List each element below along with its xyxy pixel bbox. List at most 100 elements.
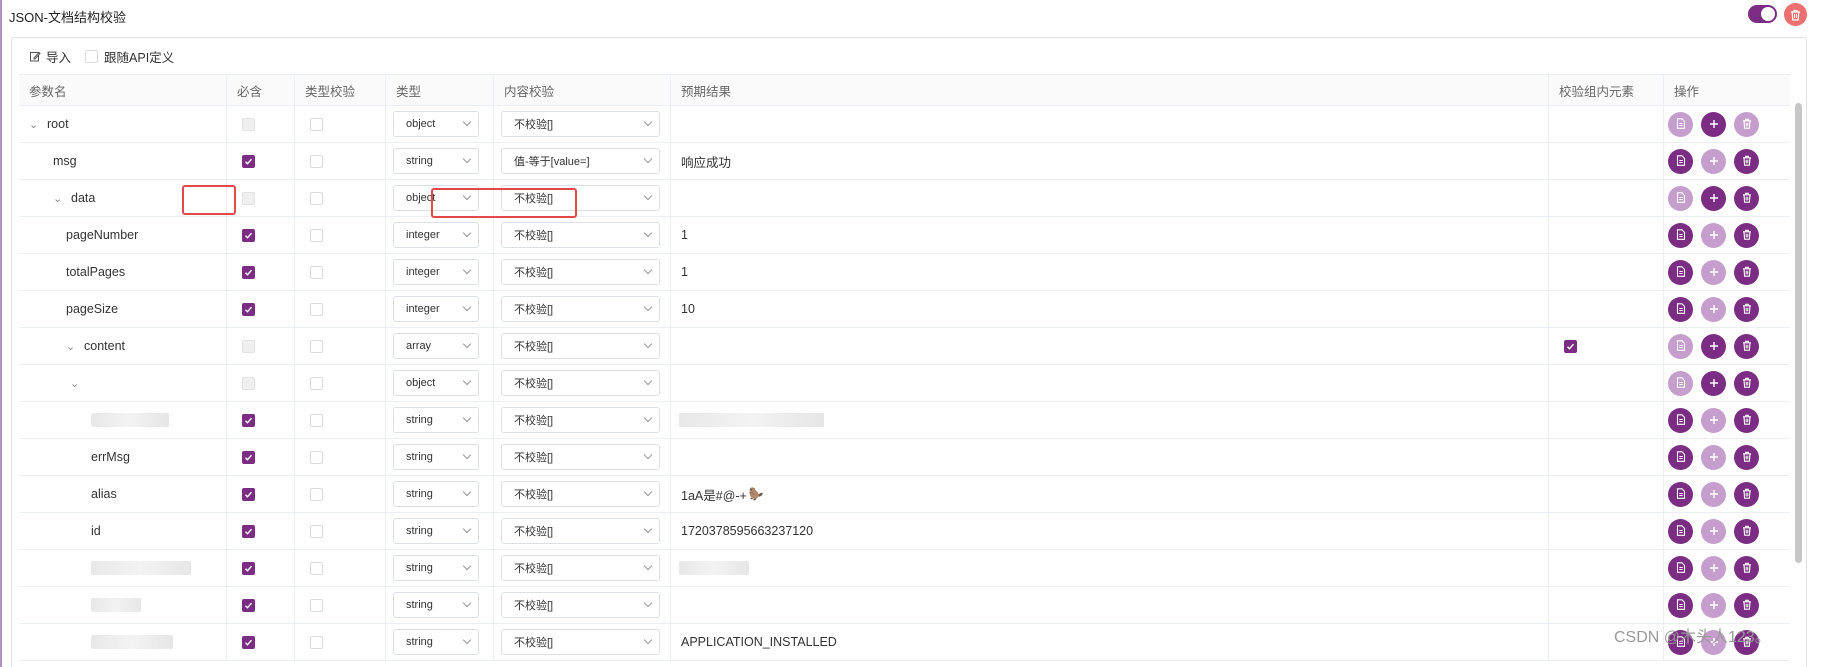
type-check-checkbox[interactable] [310, 524, 323, 538]
doc-row-button[interactable] [1668, 111, 1693, 137]
type-select[interactable]: array [393, 333, 479, 359]
required-checkbox[interactable] [242, 117, 255, 131]
type-select[interactable]: string [393, 481, 479, 507]
required-checkbox[interactable] [242, 302, 255, 316]
required-checkbox[interactable] [242, 339, 255, 353]
type-check-checkbox[interactable] [310, 228, 323, 242]
trash-row-button[interactable] [1734, 296, 1759, 322]
type-select[interactable]: string [393, 555, 479, 581]
delete-panel-button[interactable] [1784, 3, 1807, 26]
trash-row-button[interactable] [1734, 148, 1759, 174]
type-check-checkbox[interactable] [310, 450, 323, 464]
plus-row-button[interactable] [1701, 296, 1726, 322]
doc-row-button[interactable] [1668, 185, 1693, 211]
plus-row-button[interactable] [1701, 555, 1726, 581]
type-select[interactable]: integer [393, 222, 479, 248]
content-check-select[interactable]: 不校验[] [501, 592, 660, 618]
type-select[interactable]: string [393, 592, 479, 618]
plus-row-button[interactable] [1701, 111, 1726, 137]
type-select[interactable]: integer [393, 259, 479, 285]
required-checkbox[interactable] [242, 376, 255, 390]
doc-row-button[interactable] [1668, 555, 1693, 581]
content-check-select[interactable]: 不校验[] [501, 370, 660, 396]
doc-row-button[interactable] [1668, 407, 1693, 433]
doc-row-button[interactable] [1668, 296, 1693, 322]
chevron-down-icon[interactable]: ⌄ [29, 118, 41, 131]
import-button[interactable]: 导入 [30, 47, 71, 66]
enable-toggle[interactable] [1748, 5, 1777, 23]
required-checkbox[interactable] [242, 561, 255, 575]
required-checkbox[interactable] [242, 413, 255, 427]
required-checkbox[interactable] [242, 228, 255, 242]
follow-api-option[interactable]: 跟随API定义 [85, 47, 174, 66]
type-check-checkbox[interactable] [310, 598, 323, 612]
content-check-select[interactable]: 不校验[] [501, 222, 660, 248]
plus-row-button[interactable] [1701, 592, 1726, 618]
trash-row-button[interactable] [1734, 259, 1759, 285]
content-check-select[interactable]: 不校验[] [501, 111, 660, 137]
type-check-checkbox[interactable] [310, 117, 323, 131]
trash-row-button[interactable] [1734, 481, 1759, 507]
trash-row-button[interactable] [1734, 370, 1759, 396]
doc-row-button[interactable] [1668, 444, 1693, 470]
content-check-select[interactable]: 不校验[] [501, 407, 660, 433]
required-checkbox[interactable] [242, 154, 255, 168]
doc-row-button[interactable] [1668, 592, 1693, 618]
required-checkbox[interactable] [242, 191, 255, 205]
type-check-checkbox[interactable] [310, 191, 323, 205]
chevron-down-icon[interactable]: ⌄ [66, 340, 78, 353]
type-select[interactable]: object [393, 111, 479, 137]
type-check-checkbox[interactable] [310, 376, 323, 390]
doc-row-button[interactable] [1668, 518, 1693, 544]
type-check-checkbox[interactable] [310, 339, 323, 353]
content-check-select[interactable]: 不校验[] [501, 444, 660, 470]
type-check-checkbox[interactable] [310, 265, 323, 279]
content-check-select[interactable]: 不校验[] [501, 259, 660, 285]
type-check-checkbox[interactable] [310, 561, 323, 575]
content-check-select[interactable]: 不校验[] [501, 555, 660, 581]
group-element-checkbox[interactable] [1564, 339, 1577, 353]
content-check-select[interactable]: 不校验[] [501, 296, 660, 322]
doc-row-button[interactable] [1668, 148, 1693, 174]
plus-row-button[interactable] [1701, 407, 1726, 433]
required-checkbox[interactable] [242, 635, 255, 649]
type-check-checkbox[interactable] [310, 635, 323, 649]
doc-row-button[interactable] [1668, 222, 1693, 248]
type-select[interactable]: string [393, 629, 479, 655]
type-check-checkbox[interactable] [310, 302, 323, 316]
doc-row-button[interactable] [1668, 481, 1693, 507]
chevron-down-icon[interactable]: ⌄ [70, 377, 82, 390]
trash-row-button[interactable] [1734, 185, 1759, 211]
follow-api-checkbox[interactable] [85, 49, 99, 63]
type-select[interactable]: object [393, 370, 479, 396]
trash-row-button[interactable] [1734, 111, 1759, 137]
doc-row-button[interactable] [1668, 259, 1693, 285]
required-checkbox[interactable] [242, 524, 255, 538]
type-select[interactable]: string [393, 518, 479, 544]
content-check-select[interactable]: 不校验[] [501, 333, 660, 359]
trash-row-button[interactable] [1734, 222, 1759, 248]
trash-row-button[interactable] [1734, 407, 1759, 433]
content-check-select[interactable]: 值-等于[value=] [501, 148, 660, 174]
plus-row-button[interactable] [1701, 333, 1726, 359]
plus-row-button[interactable] [1701, 518, 1726, 544]
type-select[interactable]: string [393, 407, 479, 433]
trash-row-button[interactable] [1734, 444, 1759, 470]
content-check-select[interactable]: 不校验[] [501, 481, 660, 507]
plus-row-button[interactable] [1701, 185, 1726, 211]
type-select[interactable]: string [393, 444, 479, 470]
doc-row-button[interactable] [1668, 370, 1693, 396]
type-check-checkbox[interactable] [310, 154, 323, 168]
content-check-select[interactable]: 不校验[] [501, 518, 660, 544]
trash-row-button[interactable] [1734, 518, 1759, 544]
plus-row-button[interactable] [1701, 481, 1726, 507]
trash-row-button[interactable] [1734, 333, 1759, 359]
plus-row-button[interactable] [1701, 222, 1726, 248]
required-checkbox[interactable] [242, 450, 255, 464]
type-select[interactable]: string [393, 148, 479, 174]
type-select[interactable]: integer [393, 296, 479, 322]
plus-row-button[interactable] [1701, 148, 1726, 174]
required-checkbox[interactable] [242, 265, 255, 279]
plus-row-button[interactable] [1701, 370, 1726, 396]
type-check-checkbox[interactable] [310, 487, 323, 501]
